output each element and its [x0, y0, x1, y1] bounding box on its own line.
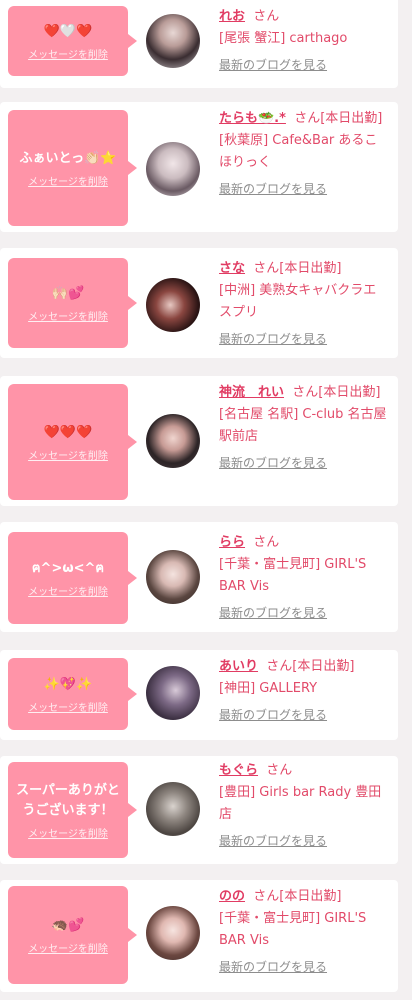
status-text: [本日出勤]	[318, 385, 381, 400]
user-name-link[interactable]: らら	[219, 535, 245, 550]
list-item: ✨💖✨ メッセージを削除 あいり さん[本日出勤] [神田] GALLERY 最…	[0, 650, 398, 740]
honorific: さん	[253, 889, 280, 904]
status-text: [本日出勤]	[320, 111, 383, 126]
latest-blog-link[interactable]: 最新のブログを見る	[219, 704, 389, 726]
shop-name: [神田] GALLERY	[219, 681, 318, 696]
honorific: さん	[266, 659, 293, 674]
latest-blog-link[interactable]: 最新のブログを見る	[219, 54, 389, 76]
message-bubble: 🦔💕 メッセージを削除	[8, 886, 137, 984]
message-text: 🙌🏻💕	[51, 285, 85, 301]
shop-name: [千葉・富士見町] GIRL'S BAR Vis	[219, 557, 367, 594]
list-item: 🦔💕 メッセージを削除 のの さん[本日出勤] [千葉・富士見町] GIRL'S…	[0, 880, 398, 992]
latest-blog-link[interactable]: 最新のブログを見る	[219, 452, 389, 474]
avatar[interactable]	[146, 414, 200, 468]
delete-message-link[interactable]: メッセージを削除	[28, 173, 108, 188]
avatar[interactable]	[146, 782, 200, 836]
message-bubble: ❤️🤍❤️ メッセージを削除	[8, 6, 137, 76]
delete-message-link[interactable]: メッセージを削除	[28, 699, 108, 714]
message-text: スーパーありがとうございます！	[16, 782, 120, 818]
latest-blog-link[interactable]: 最新のブログを見る	[219, 602, 389, 624]
message-bubble: ✨💖✨ メッセージを削除	[8, 658, 137, 730]
user-name-link[interactable]: あいり	[219, 659, 258, 674]
list-item: ❤️🤍❤️ メッセージを削除 れお さん [尾張 蟹江] carthago 最新…	[0, 0, 398, 88]
avatar[interactable]	[146, 666, 200, 720]
shop-name: [中洲] 美熟女キャバクラエスプリ	[219, 283, 377, 320]
shop-name: [秋葉原] Cafe&Bar あるこほりっく	[219, 133, 378, 170]
status-text: [本日出勤]	[279, 889, 342, 904]
shop-name: [尾張 蟹江] carthago	[219, 31, 348, 46]
user-name-link[interactable]: さな	[219, 261, 245, 276]
delete-message-link[interactable]: メッセージを削除	[28, 583, 108, 598]
user-name-link[interactable]: れお	[219, 9, 245, 24]
status-text: [本日出勤]	[292, 659, 355, 674]
latest-blog-link[interactable]: 最新のブログを見る	[219, 830, 389, 852]
shop-name: [豊田] Girls bar Rady 豊田店	[219, 785, 382, 822]
message-text: ฅ^>ω<^ฅ	[31, 560, 105, 576]
message-text: ✨💖✨	[43, 676, 93, 692]
message-bubble: ❤️❤️❤️ メッセージを削除	[8, 384, 137, 500]
message-bubble: スーパーありがとうございます！ メッセージを削除	[8, 762, 137, 858]
delete-message-link[interactable]: メッセージを削除	[28, 825, 108, 840]
honorific: さん	[253, 9, 280, 24]
message-text: ❤️🤍❤️	[43, 23, 93, 39]
user-name-link[interactable]: たらも🥗.*	[219, 111, 286, 126]
list-item: 🙌🏻💕 メッセージを削除 さな さん[本日出勤] [中洲] 美熟女キャバクラエス…	[0, 248, 398, 358]
latest-blog-link[interactable]: 最新のブログを見る	[219, 328, 389, 350]
avatar[interactable]	[146, 278, 200, 332]
message-bubble: ฅ^>ω<^ฅ メッセージを削除	[8, 532, 137, 624]
honorific: さん	[266, 763, 293, 778]
honorific: さん	[253, 261, 280, 276]
shop-name: [名古屋 名駅] C-club 名古屋駅前店	[219, 407, 387, 444]
honorific: さん	[253, 535, 280, 550]
list-item: ❤️❤️❤️ メッセージを削除 神流 れい さん[本日出勤] [名古屋 名駅] …	[0, 376, 398, 506]
user-name-link[interactable]: 神流 れい	[219, 385, 284, 400]
user-name-link[interactable]: のの	[219, 889, 245, 904]
avatar[interactable]	[146, 14, 200, 68]
user-name-link[interactable]: もぐら	[219, 763, 258, 778]
message-bubble: ふぁいとっ👏🏻⭐ メッセージを削除	[8, 110, 137, 226]
honorific: さん	[294, 111, 321, 126]
honorific: さん	[292, 385, 319, 400]
delete-message-link[interactable]: メッセージを削除	[28, 46, 108, 61]
message-text: 🦔💕	[51, 917, 85, 933]
message-text: ふぁいとっ👏🏻⭐	[19, 150, 117, 166]
delete-message-link[interactable]: メッセージを削除	[28, 447, 108, 462]
avatar[interactable]	[146, 142, 200, 196]
shop-name: [千葉・富士見町] GIRL'S BAR Vis	[219, 911, 367, 948]
latest-blog-link[interactable]: 最新のブログを見る	[219, 178, 389, 200]
message-text: ❤️❤️❤️	[43, 424, 93, 440]
list-item: ฅ^>ω<^ฅ メッセージを削除 らら さん [千葉・富士見町] GIRL'S …	[0, 522, 398, 632]
latest-blog-link[interactable]: 最新のブログを見る	[219, 956, 389, 978]
list-item: ふぁいとっ👏🏻⭐ メッセージを削除 たらも🥗.* さん[本日出勤] [秋葉原] …	[0, 102, 398, 232]
avatar[interactable]	[146, 906, 200, 960]
delete-message-link[interactable]: メッセージを削除	[28, 308, 108, 323]
avatar[interactable]	[146, 550, 200, 604]
delete-message-link[interactable]: メッセージを削除	[28, 940, 108, 955]
list-item: スーパーありがとうございます！ メッセージを削除 もぐら さん [豊田] Gir…	[0, 756, 398, 864]
status-text: [本日出勤]	[279, 261, 342, 276]
message-list: ❤️🤍❤️ メッセージを削除 れお さん [尾張 蟹江] carthago 最新…	[0, 0, 412, 1000]
message-bubble: 🙌🏻💕 メッセージを削除	[8, 258, 137, 348]
